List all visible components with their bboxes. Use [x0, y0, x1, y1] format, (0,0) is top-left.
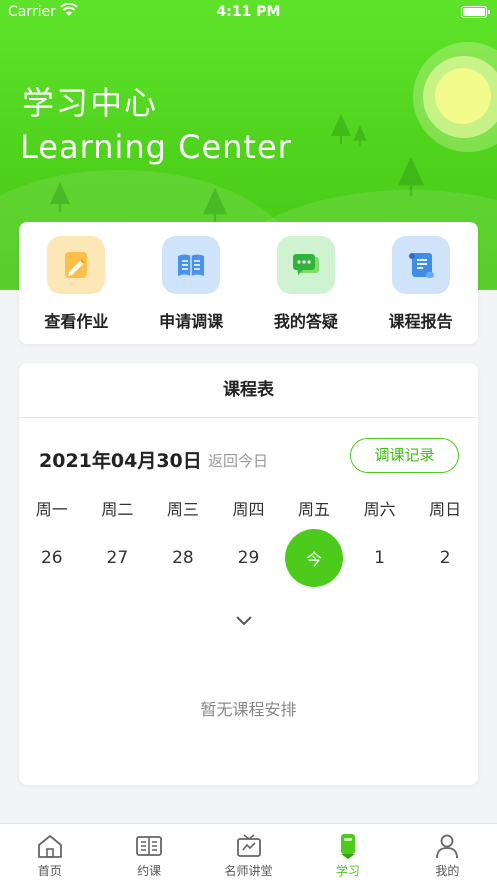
action-view-homework[interactable]: 查看作业: [26, 236, 126, 344]
tree-decoration: [50, 182, 70, 212]
page-title: 学习中心: [22, 84, 159, 122]
day-cell[interactable]: 2: [412, 528, 478, 588]
day-number: 2: [439, 548, 451, 568]
reschedule-record-button[interactable]: 调课记录: [350, 438, 459, 473]
book-icon: [162, 236, 221, 294]
tab-label: 我的: [435, 864, 460, 878]
action-label: 我的答疑: [273, 312, 338, 331]
day-number: 26: [40, 548, 63, 568]
tree-decoration: [398, 156, 424, 196]
tree-decoration: [353, 125, 367, 147]
quick-actions-card: 查看作业 申请调课 我的答疑 课程报告: [19, 222, 478, 344]
status-bar: Carrier 4:11 PM: [0, 0, 497, 26]
tab-lectures[interactable]: 名师讲堂: [199, 824, 298, 883]
weekday-label: 周一: [35, 500, 68, 519]
home-icon: [0, 832, 99, 860]
page-subtitle: Learning Center: [20, 128, 292, 166]
weekday-label: 周日: [429, 500, 462, 519]
study-icon: [298, 832, 397, 860]
weekday-header: 周一 周二 周三 周四 周五 周六 周日: [19, 492, 478, 528]
tab-bar: 首页 约课 名师讲堂 学习 我的: [0, 823, 497, 883]
action-label: 申请调课: [159, 312, 224, 331]
date-row: 2021年04月30日 返回今日 调课记录: [19, 418, 478, 492]
scroll-icon: [391, 236, 450, 294]
day-number: 1: [374, 548, 385, 568]
current-date: 2021年04月30日: [39, 450, 202, 472]
clock: 4:11 PM: [216, 4, 281, 20]
day-number: 27: [106, 548, 129, 568]
week-days-row: 26 27 28 29 今 1 2: [19, 528, 478, 588]
tab-label: 学习: [335, 864, 360, 878]
pencil-icon: [47, 236, 106, 294]
battery-icon: [461, 6, 490, 18]
schedule-card: 课程表 2021年04月30日 返回今日 调课记录 周一 周二 周三 周四 周五…: [19, 363, 478, 785]
day-number: 28: [172, 548, 194, 568]
day-number: 29: [237, 548, 260, 568]
empty-state-text: 暂无课程安排: [200, 700, 297, 719]
tab-label: 名师讲堂: [224, 864, 273, 878]
action-label: 查看作业: [44, 312, 109, 331]
day-cell[interactable]: 29: [216, 528, 282, 588]
chevron-down-icon[interactable]: [234, 613, 254, 629]
day-cell[interactable]: 27: [85, 528, 151, 588]
day-number: 今: [285, 529, 344, 587]
tree-decoration: [331, 114, 351, 144]
day-cell[interactable]: 28: [150, 528, 216, 588]
back-to-today-link[interactable]: 返回今日: [208, 450, 268, 471]
weekday-label: 周三: [166, 500, 199, 519]
schedule-title: 课程表: [19, 363, 478, 418]
open-book-icon: [99, 832, 198, 860]
weekday-label: 周二: [101, 500, 134, 519]
tab-home[interactable]: 首页: [0, 824, 99, 883]
tab-label: 约课: [137, 864, 162, 878]
tab-label: 首页: [37, 864, 62, 878]
tab-study[interactable]: 学习: [298, 824, 397, 883]
day-cell-today[interactable]: 今: [281, 528, 347, 588]
tv-icon: [199, 832, 298, 860]
action-label: 课程报告: [388, 312, 453, 331]
tab-booking[interactable]: 约课: [99, 824, 198, 883]
person-icon: [398, 832, 497, 860]
weekday-label: 周四: [232, 500, 265, 519]
chat-icon: [276, 236, 335, 294]
action-my-qa[interactable]: 我的答疑: [256, 236, 356, 344]
action-course-report[interactable]: 课程报告: [371, 236, 471, 344]
action-apply-reschedule[interactable]: 申请调课: [141, 236, 241, 344]
weekday-label: 周五: [298, 500, 331, 519]
day-cell[interactable]: 1: [347, 528, 413, 588]
tab-profile[interactable]: 我的: [398, 824, 497, 883]
tree-decoration: [203, 187, 227, 224]
day-cell[interactable]: 26: [19, 528, 85, 588]
weekday-label: 周六: [363, 500, 396, 519]
